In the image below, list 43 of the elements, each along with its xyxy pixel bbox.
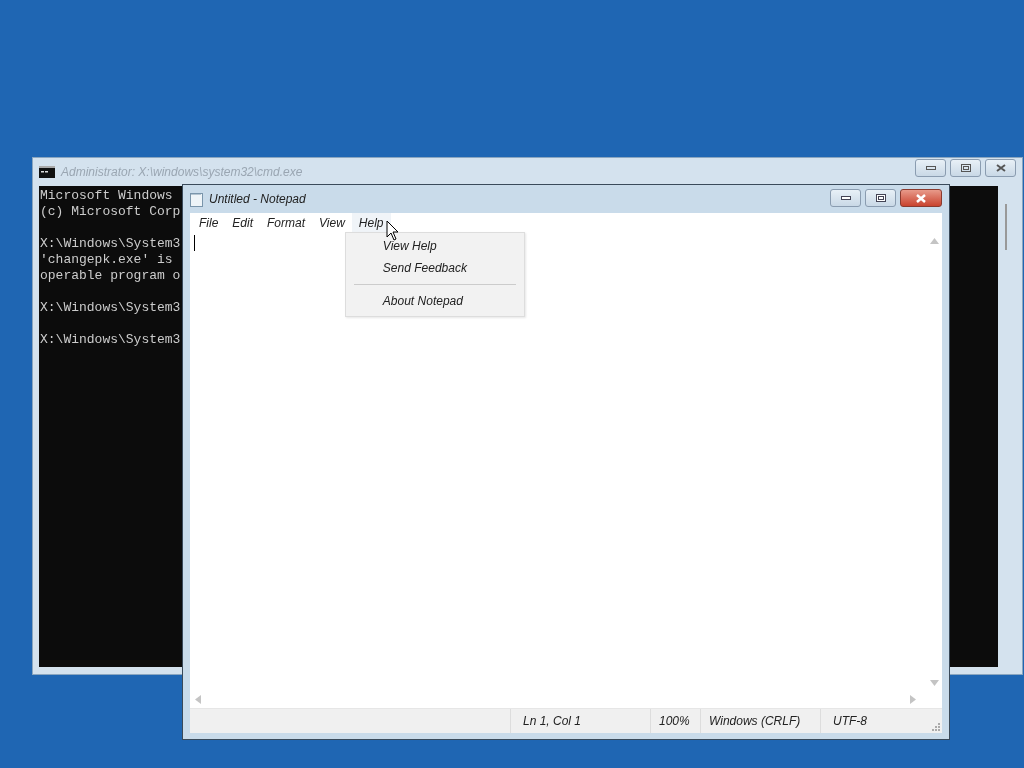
restore-icon <box>960 164 971 172</box>
menu-option[interactable]: About Notepad <box>345 290 524 312</box>
status-text: Windows (CRLF) <box>701 709 821 733</box>
resize-grip-icon[interactable] <box>932 723 940 731</box>
console-line: 'changepk.exe' is <box>40 252 173 268</box>
minimize-button[interactable] <box>830 189 861 207</box>
maximize-button[interactable] <box>950 159 981 177</box>
minimize-icon <box>840 196 851 200</box>
close-icon <box>915 193 927 203</box>
left-arrow-icon <box>195 695 201 704</box>
status-text: Ln 1, Col 1 <box>511 709 651 733</box>
close-button[interactable] <box>985 159 1016 177</box>
window-title: Administrator: X:\windows\system32\cmd.exe <box>61 165 303 179</box>
menu-item[interactable]: Edit <box>225 213 261 233</box>
console-line: X:\Windows\System3 <box>40 236 181 252</box>
menu-item[interactable]: File <box>192 213 226 233</box>
down-arrow-icon <box>929 680 939 686</box>
close-button[interactable] <box>900 189 942 207</box>
console-line: operable program o <box>40 268 181 284</box>
minimize-icon <box>925 166 936 170</box>
menu-item[interactable]: Format <box>260 213 313 233</box>
console-line: (c) Microsoft Corp <box>40 204 181 220</box>
status-text: 100% <box>651 709 701 733</box>
window-title: Untitled - Notepad <box>209 192 306 206</box>
up-arrow-icon <box>929 238 939 244</box>
console-line: X:\Windows\System3 <box>40 300 181 316</box>
close-icon <box>995 164 1006 172</box>
menu-item[interactable]: View <box>312 213 352 233</box>
console-icon <box>39 166 55 178</box>
minimize-button[interactable] <box>915 159 946 177</box>
text-caret <box>194 235 195 251</box>
menu-option[interactable]: Send Feedback <box>345 257 524 279</box>
mouse-pointer-icon <box>386 220 399 241</box>
menu-option[interactable]: View Help <box>345 235 524 257</box>
menu-item[interactable]: Help <box>351 213 391 233</box>
right-arrow-icon <box>910 695 916 704</box>
maximize-button[interactable] <box>865 189 896 207</box>
notepad-icon <box>190 191 203 207</box>
scrollbar-thumb[interactable] <box>1005 204 1007 250</box>
status-text: UTF-8 <box>832 713 868 730</box>
console-line: Microsoft Windows <box>40 188 173 204</box>
console-line: X:\Windows\System3 <box>40 332 181 348</box>
restore-icon <box>875 194 886 202</box>
